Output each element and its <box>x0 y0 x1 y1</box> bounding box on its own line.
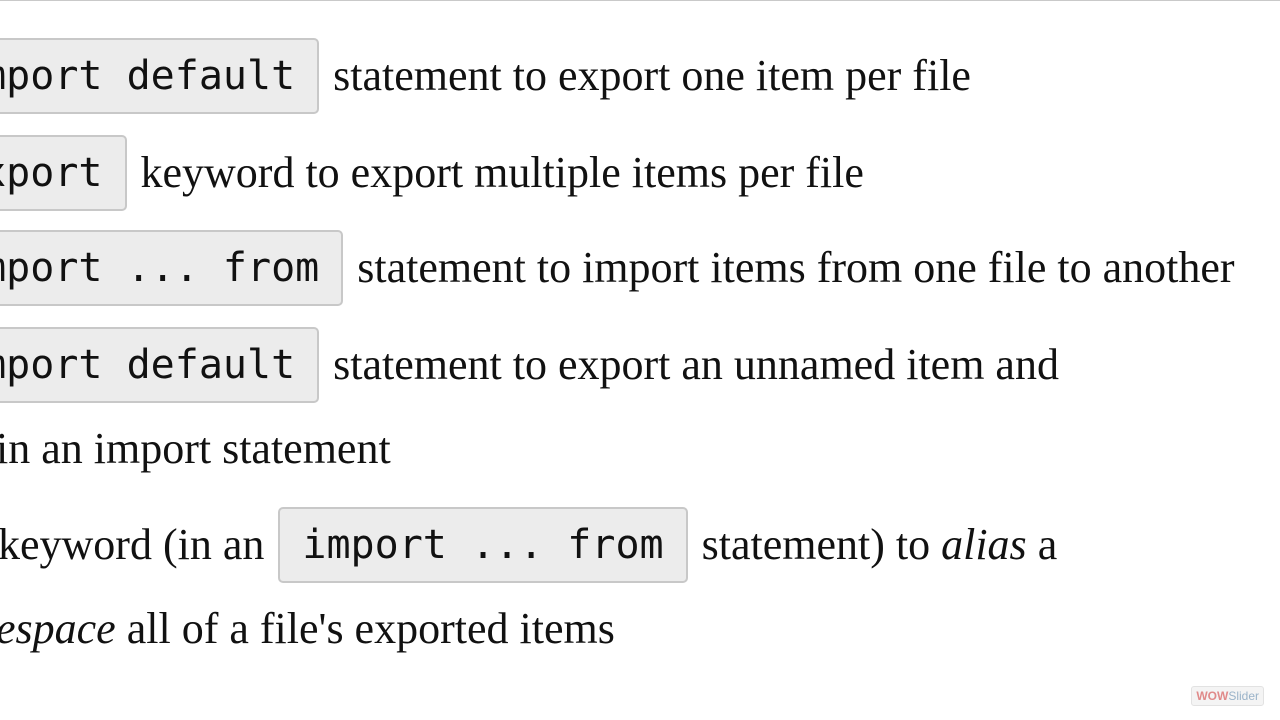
line-text: statement to export an unnamed item and <box>333 340 1059 389</box>
line-text: in an import statement <box>0 424 391 473</box>
bullet-line-3: import ... from statement to import item… <box>0 230 1235 306</box>
emphasis-text: espace <box>0 604 116 653</box>
watermark-part-1: WOW <box>1196 689 1229 703</box>
code-snippet: import default <box>0 327 320 403</box>
bullet-line-2: export keyword to export multiple items … <box>0 135 864 211</box>
code-snippet: import default <box>0 38 320 114</box>
line-text-before: keyword (in an <box>0 520 265 569</box>
bullet-line-5: keyword (in an import ... from statement… <box>0 507 1057 583</box>
slide: import default statement to export one i… <box>0 0 1280 720</box>
bullet-line-5-continued: espace all of a file's exported items <box>0 591 615 667</box>
bullet-line-4-continued: in an import statement <box>0 411 391 487</box>
watermark-part-2: Slider <box>1228 689 1259 703</box>
bullet-line-1: import default statement to export one i… <box>0 38 971 114</box>
code-snippet: export <box>0 135 127 211</box>
line-text: statement to import items from one file … <box>357 243 1235 292</box>
line-text: all of a file's exported items <box>115 604 615 653</box>
emphasis-text: alias <box>941 520 1027 569</box>
line-text-end: a <box>1026 520 1058 569</box>
line-text: statement to export one item per file <box>333 51 971 100</box>
bullet-line-4: import default statement to export an un… <box>0 327 1059 403</box>
code-snippet: import ... from <box>0 230 344 306</box>
line-text-after: statement) to <box>701 520 942 569</box>
wowslider-watermark: WOWSlider <box>1191 686 1264 706</box>
code-snippet: import ... from <box>278 507 688 583</box>
line-text: keyword to export multiple items per fil… <box>140 148 864 197</box>
